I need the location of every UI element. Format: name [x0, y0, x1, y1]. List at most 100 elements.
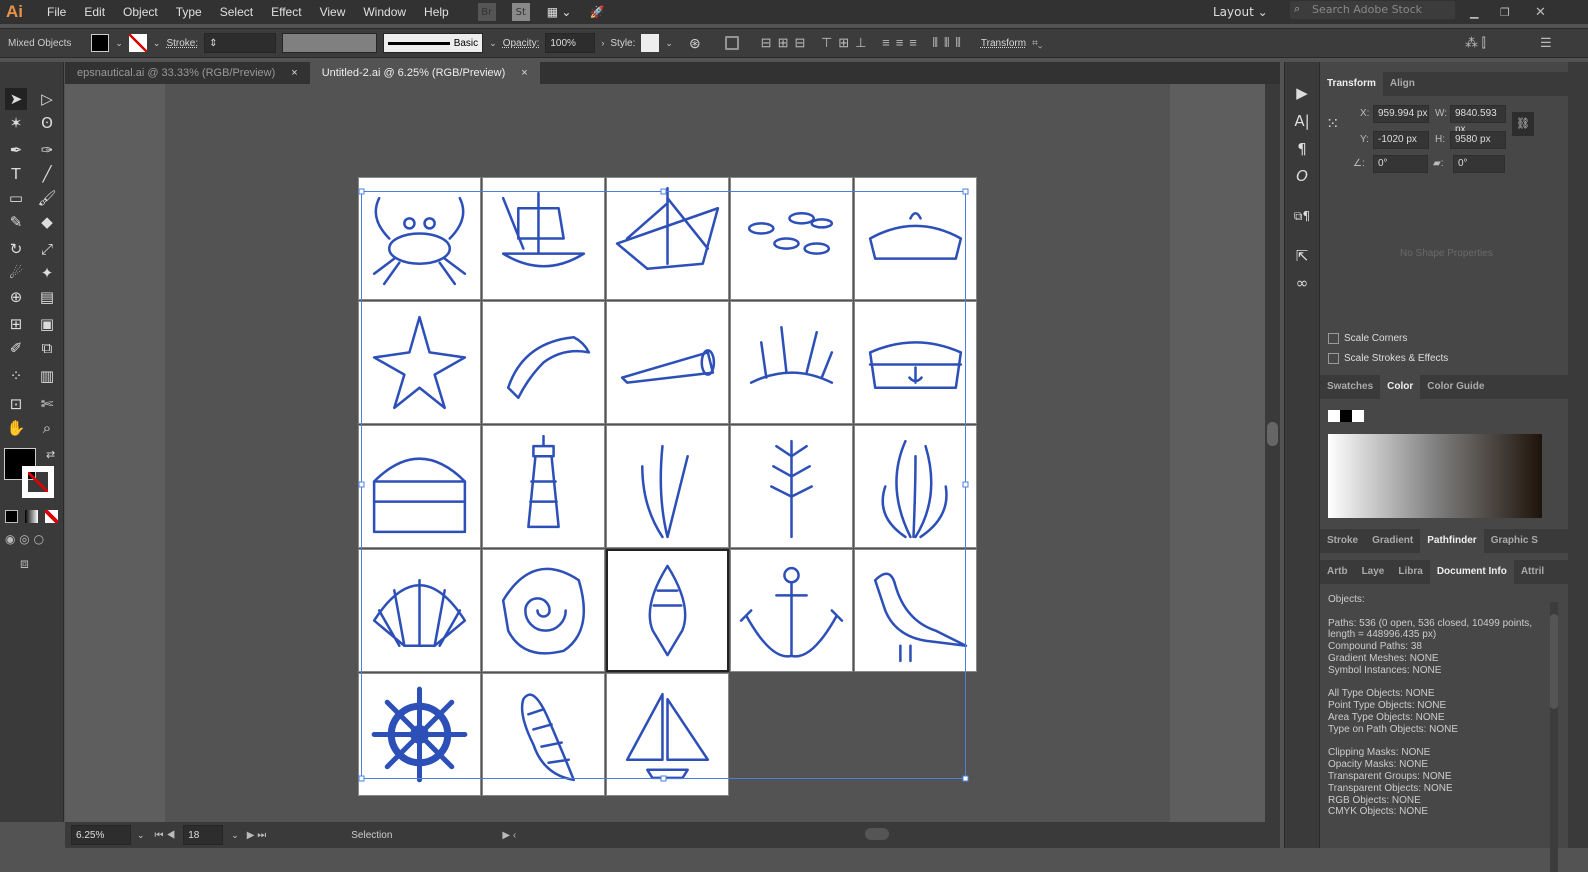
- artboard-fish[interactable]: [730, 177, 853, 300]
- rotate-input[interactable]: 0°: [1373, 155, 1428, 173]
- symbol-sprayer-icon[interactable]: ⁘: [5, 365, 27, 387]
- fill-swatch[interactable]: [91, 34, 110, 52]
- gradient-tool-icon[interactable]: ▣: [36, 313, 58, 335]
- vertical-scrollbar[interactable]: [1265, 84, 1280, 822]
- stroke-label[interactable]: Stroke:: [166, 38, 198, 49]
- paragraph-styles-icon[interactable]: ⧉¶: [1291, 205, 1313, 227]
- links-icon[interactable]: ∞: [1291, 272, 1313, 294]
- tab-color[interactable]: Color: [1380, 375, 1421, 399]
- bridge-button[interactable]: Br: [477, 3, 496, 21]
- shear-input[interactable]: 0°: [1453, 155, 1505, 173]
- scroll-thumb[interactable]: [1267, 422, 1278, 446]
- paragraph-icon[interactable]: ¶: [1291, 138, 1313, 160]
- opacity-input[interactable]: 100%: [545, 33, 596, 53]
- artboard-coral[interactable]: [730, 301, 853, 424]
- transform-link[interactable]: Transform: [981, 38, 1026, 49]
- artboard-spyglass[interactable]: [606, 301, 729, 424]
- tab-libraries[interactable]: Libra: [1391, 560, 1429, 584]
- tab-document-info[interactable]: Document Info: [1429, 560, 1514, 584]
- opentype-icon[interactable]: O: [1291, 165, 1313, 187]
- artboard-small-sailboat[interactable]: [606, 673, 729, 796]
- close-window-button[interactable]: ✕: [1535, 5, 1546, 20]
- stroke-dropdown[interactable]: ⌄: [153, 38, 161, 49]
- height-input[interactable]: 9580 px: [1450, 131, 1506, 149]
- stroke-swatch[interactable]: [128, 34, 147, 52]
- horizontal-scroll-thumb[interactable]: [865, 828, 889, 840]
- tab-attributes[interactable]: Attril: [1514, 560, 1551, 584]
- curvature-tool-icon[interactable]: ✑: [36, 139, 58, 161]
- warp-tool-icon[interactable]: ☄: [5, 262, 27, 284]
- artboard-auger-shell[interactable]: [482, 673, 605, 796]
- scale-corners-checkbox[interactable]: [1328, 333, 1339, 344]
- export-icon[interactable]: ⇱: [1291, 245, 1313, 267]
- first-artboard-button[interactable]: ⏮ ◀: [155, 830, 176, 841]
- stroke-weight-input[interactable]: ⇕: [204, 33, 277, 53]
- gradient-mode-icon[interactable]: [25, 510, 38, 523]
- artboard-dropdown[interactable]: ⌄: [231, 830, 239, 841]
- graphic-style-swatch[interactable]: [641, 34, 660, 52]
- arrange-documents-icon[interactable]: ▦ ⌄: [538, 5, 581, 19]
- eraser-icon[interactable]: ◆: [36, 211, 58, 233]
- menu-view[interactable]: View: [311, 5, 355, 19]
- isolate-icon[interactable]: ⌗⌄: [1032, 38, 1042, 49]
- recolor-artwork-icon[interactable]: ⊛: [689, 35, 701, 52]
- close-tab-icon[interactable]: ×: [521, 67, 527, 79]
- actions-icon[interactable]: ▶: [1291, 82, 1313, 104]
- restore-button[interactable]: ❐: [1500, 6, 1510, 19]
- zoom-dropdown[interactable]: ⌄: [137, 830, 145, 841]
- variable-width-profile[interactable]: [282, 33, 378, 53]
- puppet-warp-icon[interactable]: ✦: [36, 262, 58, 284]
- tab-artboards[interactable]: Artb: [1320, 560, 1355, 584]
- opacity-label[interactable]: Opacity:: [503, 38, 540, 49]
- selection-tool-icon[interactable]: ➤: [5, 88, 27, 110]
- none-black-white-swatches[interactable]: [1328, 410, 1364, 422]
- paintbrush-icon[interactable]: 🖌: [36, 187, 58, 209]
- search-stock-input[interactable]: Search Adobe Stock: [1290, 1, 1455, 19]
- artboard-sailboat[interactable]: [606, 177, 729, 300]
- color-spectrum[interactable]: [1328, 434, 1542, 518]
- y-input[interactable]: -1020 px: [1373, 131, 1429, 149]
- artboard-number-input[interactable]: 18: [183, 825, 224, 845]
- menu-help[interactable]: Help: [415, 5, 458, 19]
- artboard-sailor-cap[interactable]: [854, 301, 977, 424]
- stock-button[interactable]: St: [511, 3, 530, 21]
- artboard-kelp[interactable]: [854, 425, 977, 548]
- tab-pathfinder[interactable]: Pathfinder: [1420, 529, 1484, 553]
- style-dropdown[interactable]: ⌄: [665, 38, 673, 49]
- close-tab-icon[interactable]: ×: [291, 67, 297, 79]
- eyedropper-icon[interactable]: ✐: [5, 337, 27, 359]
- tab-layers[interactable]: Laye: [1355, 560, 1392, 584]
- menu-edit[interactable]: Edit: [75, 5, 114, 19]
- mesh-tool-icon[interactable]: ⊞: [5, 313, 27, 335]
- artboard-crab[interactable]: [358, 177, 481, 300]
- perspective-grid-icon[interactable]: ▤: [36, 286, 58, 308]
- menu-select[interactable]: Select: [211, 5, 262, 19]
- scale-strokes-checkbox[interactable]: [1328, 353, 1339, 364]
- graph-tool-icon[interactable]: ▥: [36, 365, 58, 387]
- color-mode-icon[interactable]: [5, 510, 18, 523]
- tab-graphic-styles[interactable]: Graphic S: [1484, 529, 1545, 553]
- swap-colors-icon[interactable]: ⇄: [46, 448, 55, 461]
- menu-window[interactable]: Window: [354, 5, 415, 19]
- x-input[interactable]: 959.994 px: [1373, 105, 1429, 123]
- magic-wand-icon[interactable]: ✶: [5, 112, 27, 134]
- menu-object[interactable]: Object: [114, 5, 167, 19]
- artboard-tool-icon[interactable]: ⊡: [5, 393, 27, 415]
- artboard-conch[interactable]: [606, 549, 729, 672]
- tab-swatches[interactable]: Swatches: [1320, 375, 1380, 399]
- artboard-starfish[interactable]: [358, 301, 481, 424]
- artboard-options-icon[interactable]: [724, 36, 739, 50]
- current-tool-status[interactable]: Selection: [351, 830, 392, 841]
- artboard-spiral-shell[interactable]: [482, 549, 605, 672]
- menu-effect[interactable]: Effect: [262, 5, 310, 19]
- none-mode-icon[interactable]: [45, 510, 58, 523]
- type-tool-icon[interactable]: T: [5, 163, 27, 185]
- artboard-sailor-hat[interactable]: [854, 177, 977, 300]
- artboard-treasure-chest[interactable]: [358, 425, 481, 548]
- next-artboard-button[interactable]: ▶ ⏭: [247, 830, 266, 841]
- minimize-button[interactable]: ▁: [1470, 6, 1478, 19]
- stroke-color-swatch[interactable]: [22, 466, 54, 498]
- blend-tool-icon[interactable]: ⧉: [36, 337, 58, 359]
- menu-type[interactable]: Type: [167, 5, 211, 19]
- scroll-thumb[interactable]: [1550, 614, 1558, 709]
